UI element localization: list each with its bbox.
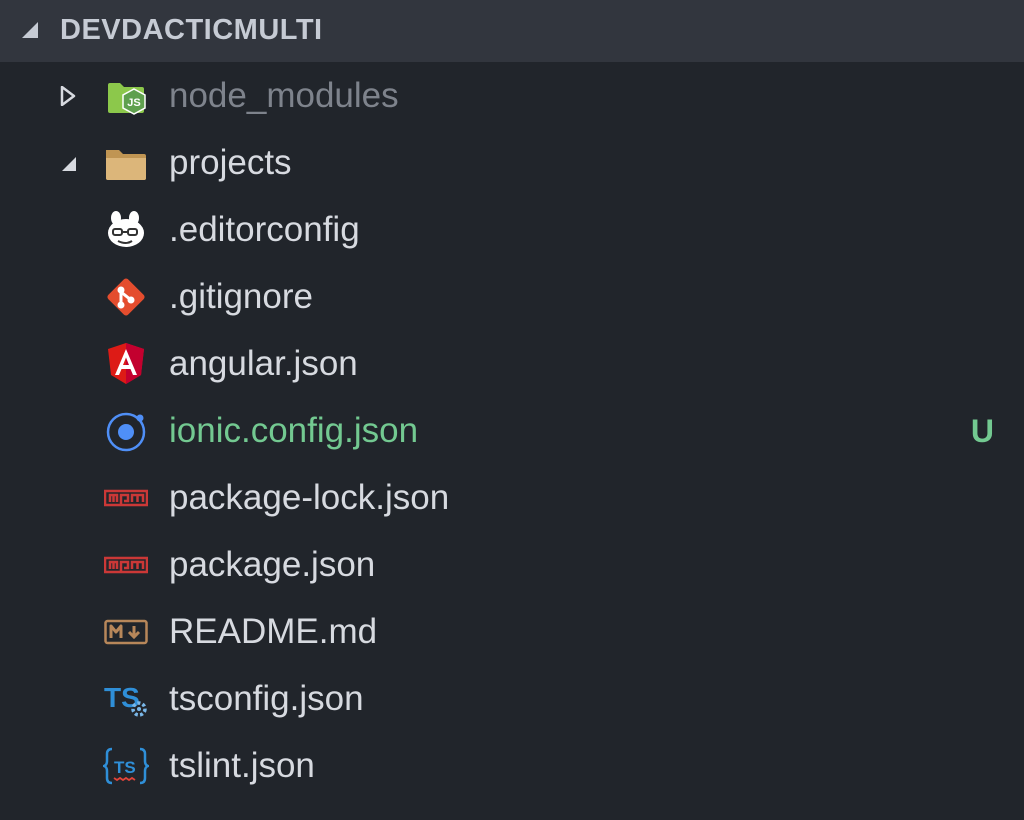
tree-item-node-modules[interactable]: JS node_modules	[0, 62, 1024, 129]
tsconfig-icon: TS	[103, 677, 149, 721]
folder-open-icon	[103, 141, 149, 185]
npm-icon	[103, 543, 149, 587]
expand-arrow-icon[interactable]	[58, 86, 78, 106]
git-icon	[103, 275, 149, 319]
tree-item-label: package.json	[169, 545, 376, 584]
git-status-badge: U	[970, 413, 994, 449]
tree-item-gitignore[interactable]: .gitignore	[0, 263, 1024, 330]
tree-item-projects[interactable]: projects	[0, 129, 1024, 196]
ionic-icon	[103, 409, 149, 453]
collapse-triangle-icon[interactable]	[20, 20, 40, 40]
explorer-section-header[interactable]: DEVDACTICMULTI	[0, 0, 1024, 62]
tree-item-tslint[interactable]: TS tslint.json	[0, 732, 1024, 799]
tree-item-tsconfig[interactable]: TS tsconfig.json	[0, 665, 1024, 732]
tree-item-label: tsconfig.json	[169, 679, 364, 718]
tree-item-label: node_modules	[169, 76, 399, 115]
tree-item-label: tslint.json	[169, 746, 315, 785]
svg-text:TS: TS	[114, 758, 136, 777]
svg-text:TS: TS	[104, 682, 140, 713]
tree-item-angular-json[interactable]: angular.json	[0, 330, 1024, 397]
tree-item-label: .gitignore	[169, 277, 313, 316]
markdown-icon	[103, 610, 149, 654]
tree-item-label: .editorconfig	[169, 210, 360, 249]
collapse-arrow-icon[interactable]	[58, 153, 78, 173]
file-explorer: DEVDACTICMULTI JS node_modules projects …	[0, 0, 1024, 820]
file-tree: JS node_modules projects .editorconfig .…	[0, 62, 1024, 799]
npm-icon	[103, 476, 149, 520]
nodejs-folder-icon: JS	[103, 74, 149, 118]
tree-item-label: README.md	[169, 612, 378, 651]
svg-text:JS: JS	[127, 97, 140, 109]
tree-item-readme[interactable]: README.md	[0, 598, 1024, 665]
tree-item-editorconfig[interactable]: .editorconfig	[0, 196, 1024, 263]
angular-icon	[103, 342, 149, 386]
tree-item-label: ionic.config.json	[169, 411, 419, 450]
section-title: DEVDACTICMULTI	[60, 14, 323, 46]
tree-item-ionic-config[interactable]: ionic.config.json U	[0, 397, 1024, 464]
tree-item-label: projects	[169, 143, 292, 182]
tree-item-label: angular.json	[169, 344, 358, 383]
tree-item-package-lock[interactable]: package-lock.json	[0, 464, 1024, 531]
tslint-icon: TS	[103, 744, 149, 788]
tree-item-package-json[interactable]: package.json	[0, 531, 1024, 598]
editorconfig-icon	[103, 208, 149, 252]
tree-item-label: package-lock.json	[169, 478, 450, 517]
